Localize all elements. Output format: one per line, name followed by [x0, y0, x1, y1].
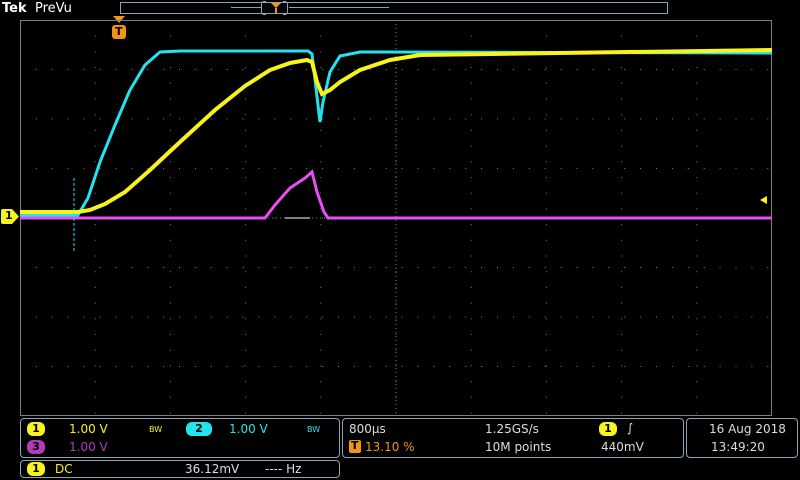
ch2-scale: 1.00 V	[229, 422, 268, 436]
measurement-panel[interactable]: 1 DC 36.12mV ---- Hz	[20, 460, 340, 478]
trigger-level: 440mV	[601, 440, 644, 454]
record-length: 10M points	[485, 440, 552, 454]
rising-edge-icon: ∫	[627, 421, 634, 435]
trigger-position: 13.10 %	[365, 440, 415, 454]
trigger-source-badge[interactable]: 1	[599, 422, 617, 436]
acquisition-status: PreVu	[35, 1, 72, 16]
timebase-trigger-panel[interactable]: 800µs 1.25GS/s T 13.10 % 10M points 1 ∫ …	[342, 418, 684, 458]
ch3-scale: 1.00 V	[69, 440, 108, 454]
ch3-badge[interactable]: 3	[27, 440, 45, 454]
date-display: 16 Aug 2018	[709, 422, 786, 436]
ch3-waveform	[20, 169, 772, 220]
ch2-badge[interactable]: 2	[186, 422, 212, 436]
record-trigger-marker	[271, 0, 281, 14]
measurement-frequency: ---- Hz	[265, 462, 302, 476]
ch1-scale: 1.00 V	[69, 422, 108, 436]
datetime-panel: 16 Aug 2018 13:49:20	[686, 418, 798, 458]
measurement-coupling: DC	[55, 462, 73, 476]
trigger-position-icon: T	[349, 439, 361, 453]
time-display: 13:49:20	[711, 440, 765, 454]
record-view-bar[interactable]	[120, 0, 668, 15]
tek-logo: Tek	[2, 1, 27, 16]
ch1-badge[interactable]: 1	[27, 422, 45, 436]
time-per-div: 800µs	[349, 422, 386, 436]
measurement-value: 36.12mV	[185, 462, 240, 476]
ch2-bw-limit: BW	[307, 425, 321, 434]
sample-rate: 1.25GS/s	[485, 422, 539, 436]
ch1-waveform	[20, 48, 772, 214]
ch1-bw-limit: BW	[149, 425, 163, 434]
ch1-ground-marker[interactable]: 1	[0, 208, 20, 225]
channel-scale-panel[interactable]: 1 1.00 V BW 2 1.00 V BW 3 1.00 V	[20, 418, 340, 458]
measurement-channel-badge: 1	[27, 462, 45, 476]
waveform-display[interactable]	[20, 20, 772, 416]
